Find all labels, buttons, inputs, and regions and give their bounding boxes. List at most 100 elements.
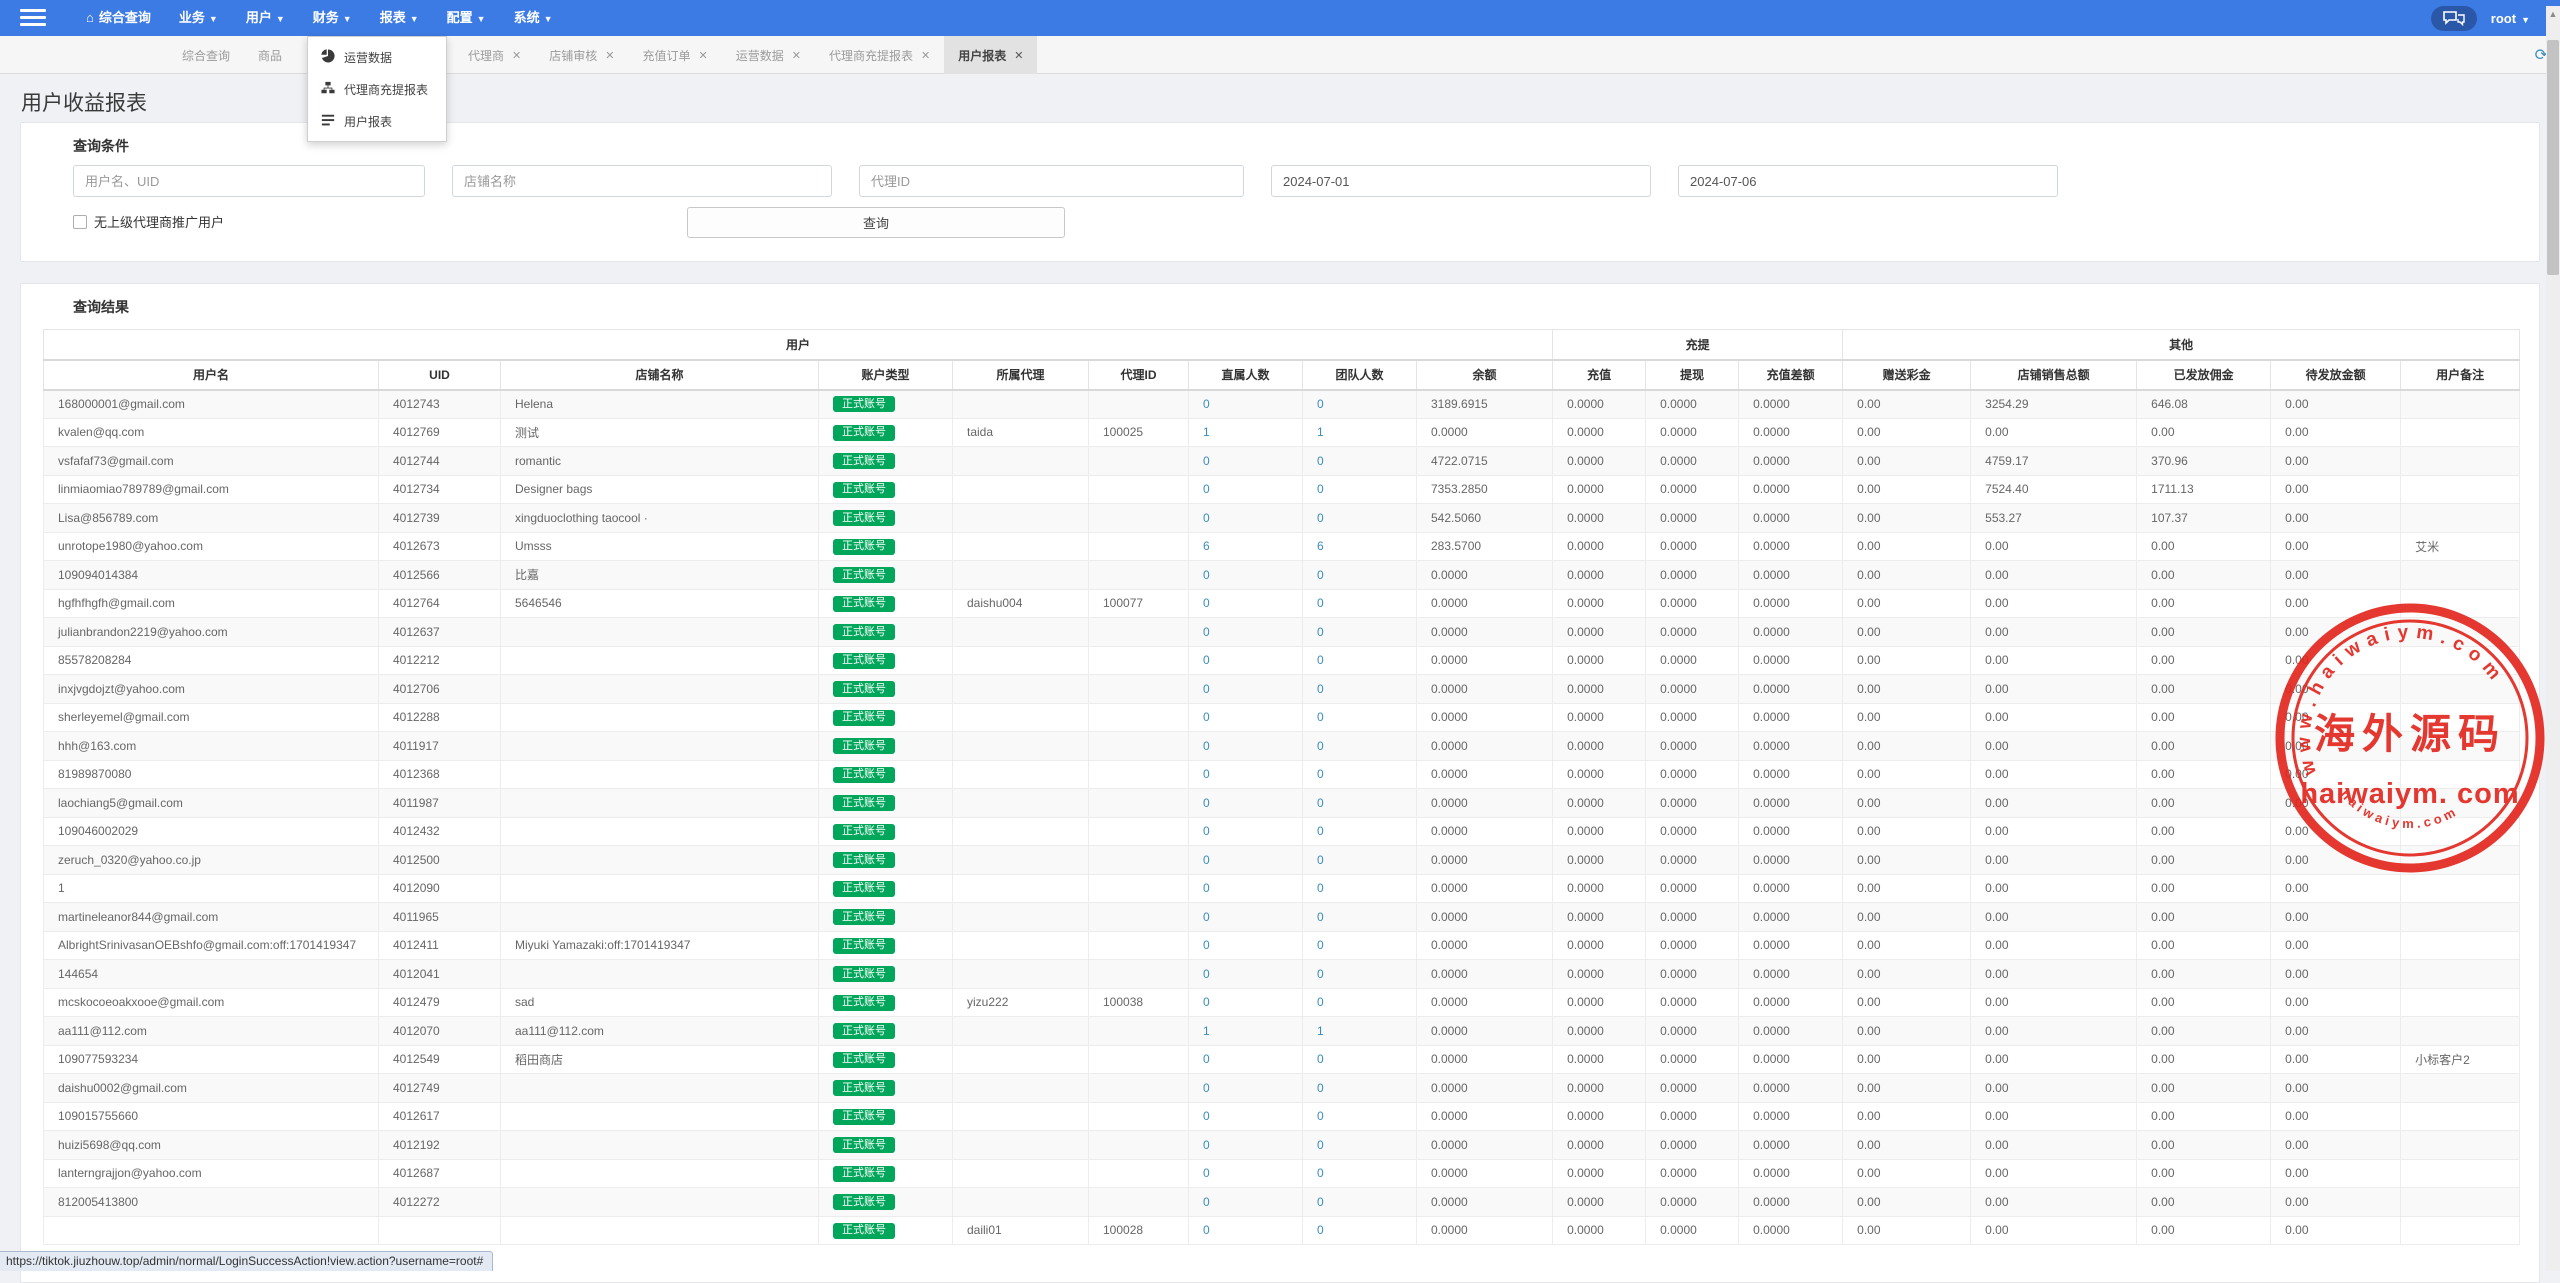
tab-商品[interactable]: 商品 <box>244 36 296 74</box>
date-from-input[interactable] <box>1271 165 1651 197</box>
count-link[interactable]: 0 <box>1317 568 1324 582</box>
count-link[interactable]: 0 <box>1203 1223 1210 1237</box>
count-link[interactable]: 0 <box>1203 397 1210 411</box>
count-link[interactable]: 0 <box>1203 511 1210 525</box>
count-link[interactable]: 0 <box>1317 482 1324 496</box>
sidebar-toggle-icon[interactable] <box>20 9 46 26</box>
count-link[interactable]: 1 <box>1317 425 1324 439</box>
username-uid-input[interactable] <box>73 165 425 197</box>
tab-运营数据[interactable]: 运营数据✕ <box>722 36 815 74</box>
count-link[interactable]: 0 <box>1203 596 1210 610</box>
count-link[interactable]: 0 <box>1317 910 1324 924</box>
count-link[interactable]: 0 <box>1203 767 1210 781</box>
count-link[interactable]: 0 <box>1317 454 1324 468</box>
count-link[interactable]: 0 <box>1317 511 1324 525</box>
tab-店铺审核[interactable]: 店铺审核✕ <box>535 36 628 74</box>
count-link[interactable]: 0 <box>1317 1195 1324 1209</box>
count-link[interactable]: 0 <box>1317 710 1324 724</box>
agent-id-input[interactable] <box>859 165 1244 197</box>
count-link[interactable]: 0 <box>1317 1223 1324 1237</box>
tab-close-icon[interactable]: ✕ <box>605 49 614 62</box>
nav-item-系统[interactable]: 系统▼ <box>500 0 567 36</box>
count-link[interactable]: 0 <box>1317 1138 1324 1152</box>
count-link[interactable]: 0 <box>1203 482 1210 496</box>
nav-item-业务[interactable]: 业务▼ <box>165 0 232 36</box>
count-link[interactable]: 0 <box>1203 995 1210 1009</box>
count-link[interactable]: 0 <box>1317 397 1324 411</box>
count-link[interactable]: 0 <box>1317 625 1324 639</box>
count-link[interactable]: 0 <box>1203 938 1210 952</box>
cell-pending-amount: 0.00 <box>2271 418 2401 447</box>
count-link[interactable]: 0 <box>1317 1052 1324 1066</box>
vertical-scrollbar[interactable]: ▲ <box>2546 6 2560 1271</box>
count-link[interactable]: 0 <box>1317 796 1324 810</box>
count-link[interactable]: 0 <box>1203 568 1210 582</box>
count-link[interactable]: 0 <box>1203 454 1210 468</box>
count-link[interactable]: 0 <box>1203 682 1210 696</box>
scrollbar-thumb[interactable] <box>2547 40 2559 275</box>
messages-button[interactable] <box>2431 6 2477 31</box>
count-link[interactable]: 0 <box>1317 995 1324 1009</box>
count-link[interactable]: 0 <box>1203 881 1210 895</box>
count-link[interactable]: 0 <box>1203 796 1210 810</box>
count-link[interactable]: 0 <box>1203 910 1210 924</box>
count-link[interactable]: 0 <box>1317 596 1324 610</box>
count-link[interactable]: 0 <box>1203 625 1210 639</box>
tab-close-icon[interactable]: ✕ <box>792 49 801 62</box>
count-link[interactable]: 0 <box>1317 739 1324 753</box>
tab-代理商[interactable]: 代理商✕ <box>454 36 535 74</box>
count-link[interactable]: 0 <box>1203 1195 1210 1209</box>
count-link[interactable]: 0 <box>1317 824 1324 838</box>
count-link[interactable]: 0 <box>1203 653 1210 667</box>
cell-shop-sales: 4759.17 <box>1971 447 2137 476</box>
tab-close-icon[interactable]: ✕ <box>1014 49 1023 62</box>
count-link[interactable]: 0 <box>1317 853 1324 867</box>
count-link[interactable]: 0 <box>1203 967 1210 981</box>
count-link[interactable]: 0 <box>1317 881 1324 895</box>
count-link[interactable]: 0 <box>1317 1109 1324 1123</box>
user-menu[interactable]: root▼ <box>2491 11 2530 26</box>
no-agent-checkbox[interactable] <box>73 215 87 229</box>
tab-close-icon[interactable]: ✕ <box>921 49 930 62</box>
tab-用户报表[interactable]: 用户报表✕ <box>944 36 1037 74</box>
count-link[interactable]: 0 <box>1317 1166 1324 1180</box>
count-link[interactable]: 0 <box>1203 1052 1210 1066</box>
count-link[interactable]: 0 <box>1203 824 1210 838</box>
scroll-up-arrow-icon[interactable]: ▲ <box>2546 6 2560 22</box>
tab-close-icon[interactable]: ✕ <box>512 49 521 62</box>
count-link[interactable]: 0 <box>1317 1081 1324 1095</box>
nav-item-用户[interactable]: 用户▼ <box>232 0 299 36</box>
count-link[interactable]: 0 <box>1317 967 1324 981</box>
count-link[interactable]: 0 <box>1203 710 1210 724</box>
shop-name-input[interactable] <box>452 165 832 197</box>
tab-close-icon[interactable]: ✕ <box>699 49 708 62</box>
count-link[interactable]: 6 <box>1203 539 1210 553</box>
search-button[interactable]: 查询 <box>687 207 1065 238</box>
dropdown-item-代理商充提报表[interactable]: 代理商充提报表 <box>308 73 446 105</box>
count-link[interactable]: 1 <box>1317 1024 1324 1038</box>
count-link[interactable]: 0 <box>1203 1109 1210 1123</box>
nav-item-报表[interactable]: 报表▼ <box>366 0 433 36</box>
count-link[interactable]: 0 <box>1317 767 1324 781</box>
dropdown-item-运营数据[interactable]: 运营数据 <box>308 41 446 73</box>
date-to-input[interactable] <box>1678 165 2058 197</box>
count-link[interactable]: 0 <box>1317 938 1324 952</box>
count-link[interactable]: 1 <box>1203 425 1210 439</box>
count-link[interactable]: 6 <box>1317 539 1324 553</box>
nav-item-home[interactable]: ⌂综合查询 <box>72 0 165 36</box>
count-link[interactable]: 0 <box>1203 1081 1210 1095</box>
count-link[interactable]: 0 <box>1203 853 1210 867</box>
count-link[interactable]: 0 <box>1317 653 1324 667</box>
tab-代理商充提报表[interactable]: 代理商充提报表✕ <box>815 36 944 74</box>
tab-充值订单[interactable]: 充值订单✕ <box>629 36 722 74</box>
cell-shop-name <box>501 789 819 818</box>
count-link[interactable]: 0 <box>1203 739 1210 753</box>
tab-综合查询[interactable]: 综合查询 <box>168 36 244 74</box>
count-link[interactable]: 0 <box>1317 682 1324 696</box>
nav-item-财务[interactable]: 财务▼ <box>299 0 366 36</box>
count-link[interactable]: 0 <box>1203 1166 1210 1180</box>
dropdown-item-用户报表[interactable]: 用户报表 <box>308 105 446 137</box>
nav-item-配置[interactable]: 配置▼ <box>433 0 500 36</box>
count-link[interactable]: 1 <box>1203 1024 1210 1038</box>
count-link[interactable]: 0 <box>1203 1138 1210 1152</box>
